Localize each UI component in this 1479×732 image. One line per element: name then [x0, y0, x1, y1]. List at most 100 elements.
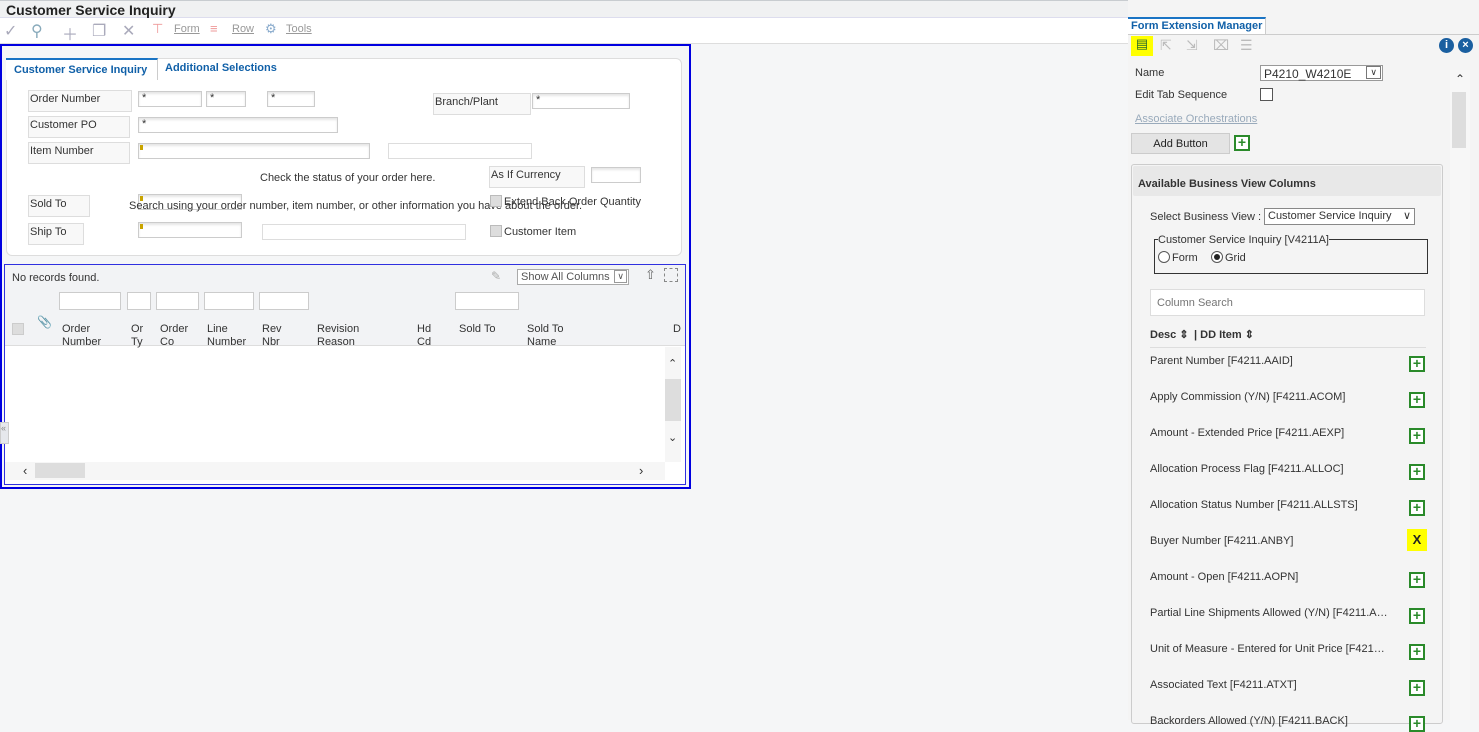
remove-column-button[interactable]: X	[1407, 529, 1427, 551]
column-search-input[interactable]	[1150, 289, 1425, 316]
close-panel-icon[interactable]: ×	[1458, 38, 1473, 53]
search-icon[interactable]: ⚲	[31, 21, 43, 41]
add-column-button[interactable]: +	[1409, 464, 1425, 480]
filter-or-ty[interactable]	[127, 292, 151, 310]
filter-order-number[interactable]	[59, 292, 121, 310]
add-button[interactable]: Add Button	[1131, 133, 1230, 154]
extend-back-order-label: Extend Back Order Quantity	[504, 196, 641, 208]
sort-dd-item[interactable]: | DD Item ⇕	[1194, 328, 1254, 341]
sort-desc[interactable]: Desc ⇕	[1150, 328, 1189, 341]
ship-to-label: Ship To	[28, 223, 84, 245]
order-number-input[interactable]: *	[138, 91, 202, 107]
form-extension-manager: Form Extension Manager ▤ ⇱ ⇲ ⌧ ☰ i × Nam…	[1128, 0, 1479, 732]
filter-rev-nbr[interactable]	[259, 292, 309, 310]
delete-icon[interactable]: ⌧	[1213, 37, 1229, 54]
branch-plant-input[interactable]: *	[532, 93, 630, 109]
col-sold-to-name[interactable]: Sold To	[527, 323, 564, 335]
checkmark-icon[interactable]: ✓	[4, 21, 17, 41]
close-icon[interactable]: ✕	[122, 21, 135, 41]
add-column-button[interactable]: +	[1409, 644, 1425, 660]
select-business-view-label: Select Business View :	[1150, 211, 1262, 223]
add-button-plus-icon[interactable]: +	[1234, 135, 1250, 151]
sold-to-label: Sold To	[28, 195, 90, 217]
vertical-scrollbar[interactable]: ⌃ ⌄	[665, 347, 681, 462]
column-item-label: Amount - Extended Price [F4211.AEXP]	[1150, 427, 1345, 439]
share-icon[interactable]: ⇱	[1160, 37, 1172, 54]
column-item-label: Buyer Number [F4211.ANBY]	[1150, 535, 1294, 547]
add-column-button[interactable]: +	[1409, 572, 1425, 588]
column-item-label: Associated Text [F4211.ATXT]	[1150, 679, 1297, 691]
associate-orchestrations-link[interactable]: Associate Orchestrations	[1135, 113, 1257, 125]
ship-to-input[interactable]	[138, 222, 242, 238]
col-or-ty[interactable]: Or	[131, 323, 143, 335]
add-column-button[interactable]: +	[1409, 680, 1425, 696]
col-text: Number	[62, 336, 102, 348]
filter-line-number[interactable]	[204, 292, 254, 310]
item-number-label: Item Number	[28, 142, 130, 164]
info-icon[interactable]: i	[1439, 38, 1454, 53]
plus-icon[interactable]: ＋	[62, 21, 78, 45]
customer-po-input[interactable]: *	[138, 117, 338, 133]
col-hd-cd[interactable]: Hd	[417, 323, 431, 335]
col-order-number[interactable]: Order	[62, 323, 90, 335]
col-order-co[interactable]: Order	[160, 323, 188, 335]
horizontal-scrollbar[interactable]: ‹ ›	[5, 462, 665, 480]
results-grid: No records found. ✎ Show All Columns ∨ ⇧ …	[4, 264, 686, 485]
tab-additional-selections[interactable]: Additional Selections	[165, 62, 277, 74]
tools-menu[interactable]: Tools	[286, 23, 312, 35]
add-column-button[interactable]: +	[1409, 356, 1425, 372]
select-all-checkbox[interactable]	[12, 323, 24, 335]
add-column-button[interactable]: +	[1409, 608, 1425, 624]
panel-scrollbar[interactable]: ⌃	[1450, 70, 1470, 720]
item-number-input[interactable]	[138, 143, 370, 159]
tab-form-extension-manager[interactable]: Form Extension Manager	[1128, 17, 1267, 34]
export-icon[interactable]: ⇧	[645, 267, 656, 283]
column-select[interactable]: Show All Columns ∨	[517, 269, 629, 285]
column-item-label: Amount - Open [F4211.AOPN]	[1150, 571, 1299, 583]
business-view-select[interactable]: Customer Service Inquiry ∨	[1264, 208, 1415, 225]
col-text: Cd	[417, 336, 432, 348]
tab-customer-service-inquiry[interactable]: Customer Service Inquiry	[6, 58, 158, 80]
form-menu[interactable]: Form	[174, 23, 200, 35]
import-icon[interactable]: ⇲	[1186, 37, 1198, 54]
edit-tab-sequence-checkbox[interactable]	[1260, 88, 1273, 101]
row-menu[interactable]: Row	[232, 23, 254, 35]
add-column-button[interactable]: +	[1409, 428, 1425, 444]
filter-order-co[interactable]	[156, 292, 199, 310]
column-item-label: Unit of Measure - Entered for Unit Price…	[1150, 643, 1385, 655]
radio-form[interactable]	[1158, 251, 1170, 263]
radio-grid-label: Grid	[1225, 252, 1246, 264]
col-revision-reason[interactable]: Revision	[317, 323, 359, 335]
col-text: Reason	[317, 336, 355, 348]
filter-sold-to[interactable]	[455, 292, 519, 310]
add-column-button[interactable]: +	[1409, 716, 1425, 732]
check-status-text: Check the status of your order here.	[260, 172, 436, 184]
col-text: Nbr	[262, 336, 280, 348]
col-d[interactable]: D	[673, 323, 681, 335]
column-item-label: Apply Commission (Y/N) [F4211.ACOM]	[1150, 391, 1346, 403]
col-line-number[interactable]: Line	[207, 323, 228, 335]
extend-back-order-checkbox[interactable]	[490, 195, 502, 207]
save-icon[interactable]: ▤	[1131, 36, 1153, 56]
order-company-input[interactable]: *	[267, 91, 315, 107]
col-text: Ty	[131, 336, 143, 348]
notes-icon[interactable]: ☰	[1240, 37, 1253, 54]
add-column-button[interactable]: +	[1409, 392, 1425, 408]
name-select[interactable]: P4210_W4210E ∨	[1260, 65, 1383, 81]
column-item-label: Allocation Process Flag [F4211.ALLOC]	[1150, 463, 1344, 475]
customer-item-label: Customer Item	[504, 226, 577, 238]
edit-grid-icon[interactable]: ✎	[491, 269, 501, 283]
order-type-input[interactable]: *	[206, 91, 246, 107]
customer-item-checkbox[interactable]	[490, 225, 502, 237]
add-column-button[interactable]: +	[1409, 500, 1425, 516]
page-title: Customer Service Inquiry	[6, 2, 176, 18]
radio-grid[interactable]	[1211, 251, 1223, 263]
column-item-label: Allocation Status Number [F4211.ALLSTS]	[1150, 499, 1358, 511]
as-if-currency-input[interactable]	[591, 167, 641, 183]
collapse-panel-handle[interactable]: «	[0, 422, 9, 444]
col-rev-nbr[interactable]: Rev	[262, 323, 282, 335]
customer-po-label: Customer PO	[28, 116, 130, 138]
col-sold-to[interactable]: Sold To	[459, 323, 496, 335]
copy-icon[interactable]: ❐	[92, 21, 106, 41]
maximize-grid-icon[interactable]	[664, 268, 678, 282]
